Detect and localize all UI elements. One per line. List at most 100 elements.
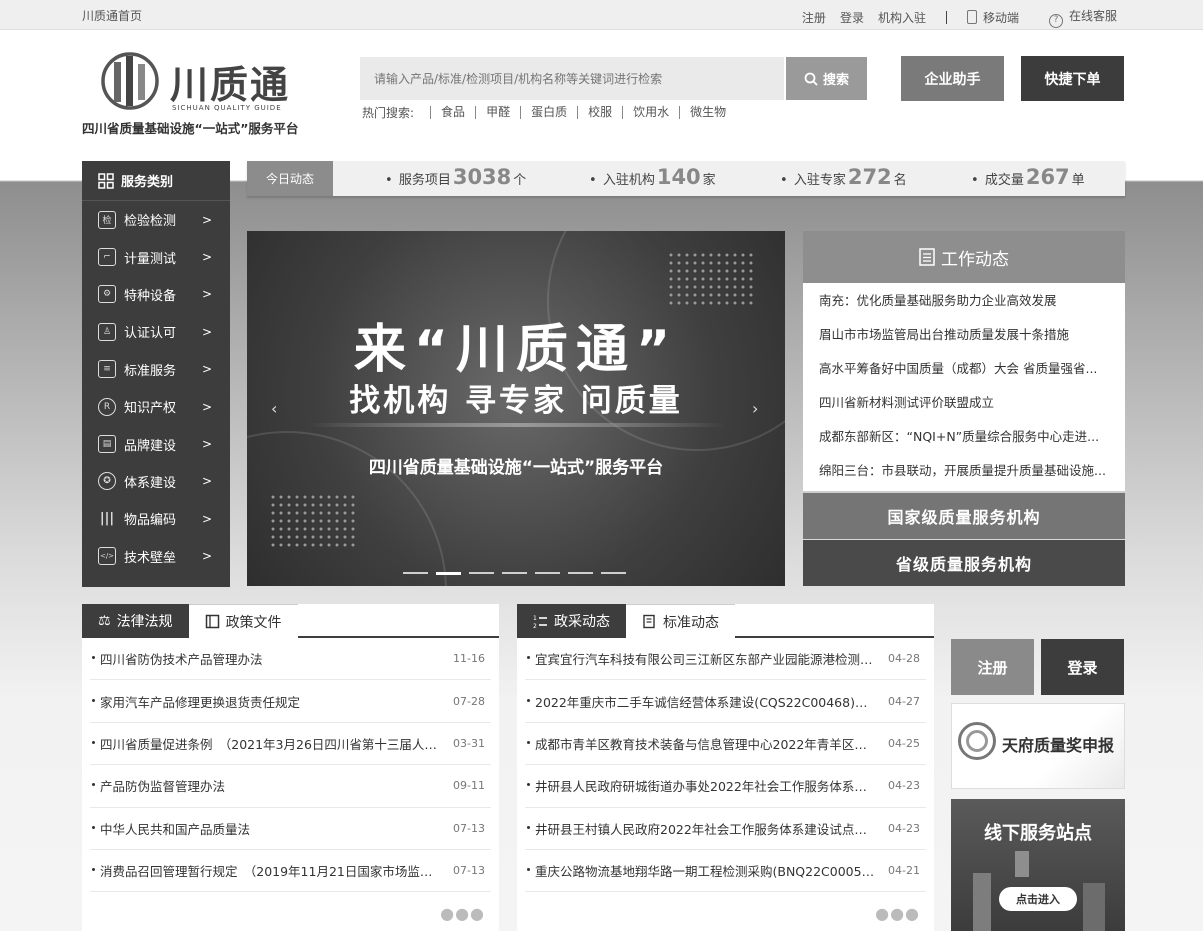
building-icon: [973, 873, 991, 931]
tab-label: 法律法规: [116, 614, 173, 630]
list-item[interactable]: 四川省防伪技术产品管理办法 11-16: [90, 638, 491, 681]
banner-dot[interactable]: [601, 572, 626, 574]
chevron-right-icon: >: [201, 250, 212, 265]
stat-unit: 个: [513, 173, 527, 188]
stat-label: 服务项目: [398, 173, 451, 188]
register-button[interactable]: 注册: [951, 639, 1034, 695]
login-button[interactable]: 登录: [1041, 639, 1124, 695]
news-item[interactable]: 四川省新材料测试评价联盟成立: [819, 389, 1111, 423]
quick-order-button[interactable]: 快捷下单: [1021, 56, 1124, 101]
hot-keyword[interactable]: 校服: [577, 106, 622, 119]
list-item[interactable]: 重庆公路物流基地翔华路一期工程检测采购(BNQ22C00051)竞... 04-2…: [525, 850, 926, 893]
sidebar-item-standards[interactable]: ≡ 标准服务 >: [82, 351, 230, 388]
header: 川质通 SICHUAN QUALITY GUIDE 四川省质量基础设施“一站式”…: [0, 30, 1203, 162]
hot-keyword[interactable]: 甲醛: [475, 106, 520, 119]
hot-keyword[interactable]: 微生物: [679, 106, 736, 119]
item-title: 成都市青羊区教育技术装备与信息管理中心2022年青羊区教室...: [525, 734, 878, 753]
search-button[interactable]: 搜索: [786, 57, 867, 100]
svg-text:2: 2: [533, 623, 537, 629]
item-title: 宜宾宜行汽车科技有限公司三江新区东部产业园能源港检测项...: [525, 649, 878, 668]
work-news-title: 工作动态: [941, 249, 1009, 270]
logo[interactable]: 川质通 SICHUAN QUALITY GUIDE 四川省质量基础设施“一站式”…: [82, 48, 336, 138]
document-icon: [643, 614, 655, 629]
book-icon: [205, 614, 219, 629]
list-item[interactable]: 井研县王村镇人民政府2022年社会工作服务体系建设试点项目... 04-23: [525, 808, 926, 850]
login-link[interactable]: 登录: [840, 9, 864, 26]
sidebar-item-certification[interactable]: ♙ 认证认可 >: [82, 313, 230, 350]
offline-station-banner[interactable]: 线下服务站点 点击进入: [951, 799, 1125, 931]
item-date: 07-13: [453, 821, 485, 835]
list-item[interactable]: 家用汽车产品修理更换退货责任规定 07-28: [90, 680, 491, 723]
banner-tagline: 找机构 寻专家 问质量: [349, 383, 683, 419]
stat-value: 3038: [452, 165, 512, 189]
list-item[interactable]: 消费品召回管理暂行规定 （2019年11月21日国家市场监督管... 07-13: [90, 850, 491, 893]
national-org-button[interactable]: 国家级质量服务机构: [803, 493, 1125, 539]
document-icon: [919, 248, 935, 266]
sidebar-item-brand[interactable]: ▤ 品牌建设 >: [82, 425, 230, 462]
item-title: 消费品召回管理暂行规定 （2019年11月21日国家市场监督管...: [90, 861, 443, 880]
banner-dot[interactable]: [469, 572, 494, 574]
sidebar-item-label: 计量测试: [124, 251, 177, 267]
enter-button[interactable]: 点击进入: [999, 887, 1077, 911]
work-news-header: 工作动态: [803, 231, 1125, 283]
dot-pattern: [269, 493, 357, 549]
sidebar-item-tech-barrier[interactable]: </> 技术壁垒 >: [82, 538, 230, 575]
banner-dot[interactable]: [535, 572, 560, 574]
tianfu-award-banner[interactable]: 天府质量奖申报: [951, 703, 1125, 789]
home-link[interactable]: 川质通首页: [82, 7, 142, 24]
mobile-label: 移动端: [982, 11, 1019, 25]
banner-dot-active[interactable]: [436, 572, 461, 575]
hero-banner[interactable]: 来“川质通” 找机构 寻专家 问质量 四川省质量基础设施“一站式”服务平台 ‹ …: [247, 231, 785, 586]
sidebar-item-special-equipment[interactable]: ⚙ 特种设备 >: [82, 276, 230, 313]
tab-policies[interactable]: 政策文件: [188, 604, 298, 638]
hot-keyword[interactable]: 饮用水: [622, 106, 679, 119]
tab-standards[interactable]: 标准动态: [626, 604, 735, 638]
news-item[interactable]: 眉山市市场监管局出台推动质量发展十条措施: [819, 321, 1111, 355]
news-item[interactable]: 绵阳三台：市县联动，开展质量提升质量基础设施...: [819, 457, 1111, 491]
list-item[interactable]: 中华人民共和国产品质量法 07-13: [90, 808, 491, 850]
svg-text:1: 1: [533, 615, 537, 622]
list-item[interactable]: 宜宾宜行汽车科技有限公司三江新区东部产业园能源港检测项... 04-28: [525, 638, 926, 681]
banner-dot[interactable]: [568, 572, 593, 574]
join-link[interactable]: 机构入驻: [878, 9, 926, 26]
list-item[interactable]: 成都市青羊区教育技术装备与信息管理中心2022年青羊区教室... 04-25: [525, 723, 926, 766]
sidebar-item-system[interactable]: ✪ 体系建设 >: [82, 463, 230, 500]
list-item[interactable]: 2022年重庆市二手车诚信经营体系建设(CQS22C00468)竞争... 04-…: [525, 680, 926, 723]
news-item[interactable]: 高水平筹备好中国质量（成都）大会 省质量强省...: [819, 355, 1111, 389]
tab-label: 标准动态: [663, 614, 719, 631]
sidebar-item-label: 检验检测: [124, 214, 177, 230]
banner-next-icon[interactable]: ›: [752, 399, 758, 418]
banner-dot[interactable]: [403, 572, 428, 574]
tab-laws[interactable]: ⚖ 法律法规: [82, 604, 189, 638]
register-link[interactable]: 注册: [802, 9, 826, 26]
tab-label: 政策文件: [225, 614, 282, 631]
stat-unit: 名: [893, 173, 907, 188]
brand-icon: ▤: [98, 435, 116, 454]
item-title: 2022年重庆市二手车诚信经营体系建设(CQS22C00468)竞争...: [525, 692, 878, 711]
gear-icon: ⚙: [98, 285, 116, 304]
search-input[interactable]: [360, 57, 784, 100]
sidebar-item-ip[interactable]: R 知识产权 >: [82, 388, 230, 425]
more-icon[interactable]: ●●●: [440, 904, 485, 923]
banner-dot[interactable]: [502, 572, 527, 574]
sidebar-item-metrology[interactable]: ⌐ 计量测试 >: [82, 238, 230, 275]
provincial-org-button[interactable]: 省级质量服务机构: [803, 540, 1125, 586]
item-date: 11-16: [453, 652, 485, 666]
news-item[interactable]: 南充：优化质量基础服务助力企业高效发展: [819, 287, 1111, 321]
list-item[interactable]: 四川省质量促进条例 （2021年3月26日四川省第十三届人民... 03-31: [90, 723, 491, 766]
service-link[interactable]: ? 在线客服: [1048, 7, 1117, 28]
sidebar-item-coding[interactable]: ||| 物品编码 >: [82, 500, 230, 537]
more-icon[interactable]: ●●●: [875, 904, 920, 923]
news-item[interactable]: 成都东部新区：“NQI+N”质量综合服务中心走进...: [819, 423, 1111, 457]
sidebar-header: 服务类别: [82, 161, 230, 201]
registered-icon: R: [98, 397, 116, 416]
list-item[interactable]: 井研县人民政府研城街道办事处2022年社会工作服务体系建设... 04-23: [525, 765, 926, 808]
sidebar-item-inspection[interactable]: 检检验检测 >: [82, 201, 230, 238]
enterprise-assistant-button[interactable]: 企业助手: [901, 56, 1004, 101]
hot-keyword[interactable]: 蛋白质: [520, 106, 577, 119]
list-item[interactable]: 产品防伪监督管理办法 09-11: [90, 765, 491, 808]
hot-keyword[interactable]: 食品: [430, 106, 475, 119]
tab-procurement[interactable]: 12 政采动态: [517, 604, 626, 638]
mobile-link[interactable]: 移动端: [966, 9, 1019, 26]
banner-prev-icon[interactable]: ‹: [271, 399, 277, 418]
